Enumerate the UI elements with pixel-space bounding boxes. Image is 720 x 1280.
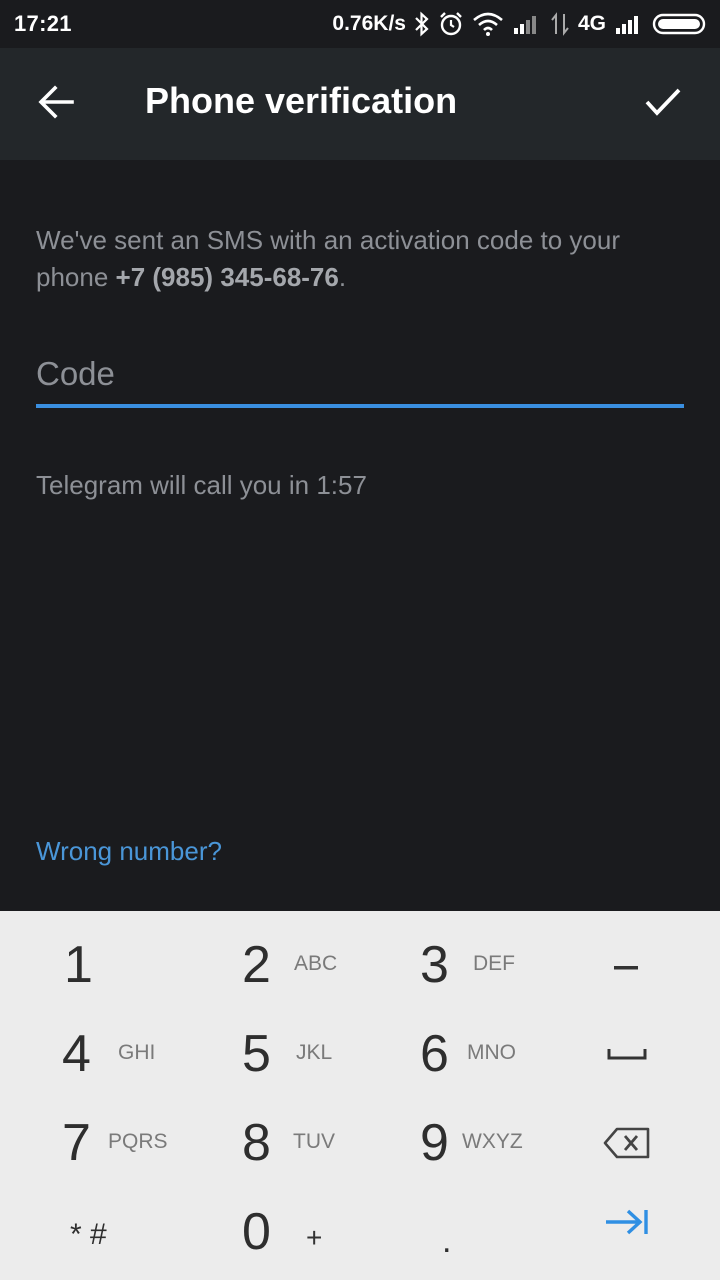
call-countdown-text: Telegram will call you in 1:57 [36, 470, 367, 500]
key-letters: DEF [473, 952, 515, 975]
confirm-button[interactable] [630, 78, 696, 130]
key-letters: JKL [296, 1041, 333, 1064]
battery-icon [652, 12, 708, 36]
phone-number: +7 (985) 345-68-76 [115, 262, 339, 292]
key-star-hash[interactable]: * # [40, 1192, 190, 1280]
key-digit: . [442, 1222, 452, 1260]
status-bar: 17:21 0.76K/s 4G [0, 0, 720, 48]
key-digit: 7 [62, 1114, 91, 1172]
key-5[interactable]: 5 JKL [222, 1014, 372, 1102]
key-letters: WXYZ [462, 1130, 523, 1153]
signal-icon [614, 13, 644, 35]
next-icon [604, 1207, 650, 1242]
back-button[interactable] [26, 78, 86, 130]
key-3[interactable]: 3 DEF [400, 925, 550, 1013]
bluetooth-icon [414, 11, 430, 37]
key-letters: GHI [118, 1041, 156, 1064]
code-underline [36, 404, 684, 408]
key-8[interactable]: 8 TUV [222, 1103, 372, 1191]
signal-icon [512, 13, 542, 35]
key-digit: 6 [420, 1025, 449, 1083]
info-suffix: . [338, 262, 347, 292]
alarm-icon [438, 11, 464, 37]
numeric-keypad: 1 2 ABC 3 DEF 4 GHI 5 JKL 6 MNO 7 PQRS 8… [0, 911, 720, 1280]
code-input[interactable] [36, 348, 684, 400]
key-letters: MNO [467, 1041, 516, 1064]
checkmark-icon [644, 87, 682, 122]
key-digit: 4 [62, 1025, 91, 1083]
key-digit: 5 [242, 1025, 271, 1083]
key-letters: + [306, 1222, 323, 1253]
backspace-key[interactable] [580, 1113, 674, 1177]
key-digit: 3 [420, 936, 449, 994]
net-speed: 0.76K/s [332, 12, 406, 35]
key-digit: 2 [242, 936, 271, 994]
data-arrows-icon [550, 12, 570, 36]
key-7[interactable]: 7 PQRS [40, 1103, 200, 1191]
minus-key[interactable] [580, 935, 674, 999]
page-title: Phone verification [145, 80, 458, 121]
key-1[interactable]: 1 [40, 925, 190, 1013]
key-4[interactable]: 4 GHI [40, 1014, 190, 1102]
key-6[interactable]: 6 MNO [400, 1014, 550, 1102]
space-icon [607, 1047, 647, 1066]
arrow-left-icon [38, 84, 74, 124]
key-digit: 8 [242, 1114, 271, 1172]
sms-info-text: We've sent an SMS with an activation cod… [36, 222, 686, 296]
key-dot[interactable]: . [400, 1192, 550, 1280]
key-letters: ABC [294, 952, 338, 975]
wifi-icon [472, 12, 504, 36]
status-icons: 0.76K/s 4G [332, 8, 708, 40]
code-field[interactable] [36, 348, 684, 408]
network-type: 4G [577, 12, 606, 35]
next-key[interactable] [580, 1194, 674, 1254]
key-letters: TUV [293, 1130, 335, 1153]
minus-icon [614, 958, 640, 976]
key-letters: PQRS [108, 1130, 168, 1153]
key-digit: 9 [420, 1114, 449, 1172]
key-digit: 0 [242, 1203, 271, 1261]
key-2[interactable]: 2 ABC [222, 925, 372, 1013]
wrong-number-link[interactable]: Wrong number? [36, 836, 222, 867]
key-0[interactable]: 0 + [222, 1192, 372, 1280]
space-key[interactable] [580, 1024, 674, 1088]
key-digit: 1 [64, 936, 93, 994]
app-bar: Phone verification [0, 48, 720, 160]
key-9[interactable]: 9 WXYZ [400, 1103, 560, 1191]
backspace-icon [603, 1126, 651, 1165]
status-time: 17:21 [14, 11, 72, 36]
key-digit: * # [70, 1218, 107, 1251]
